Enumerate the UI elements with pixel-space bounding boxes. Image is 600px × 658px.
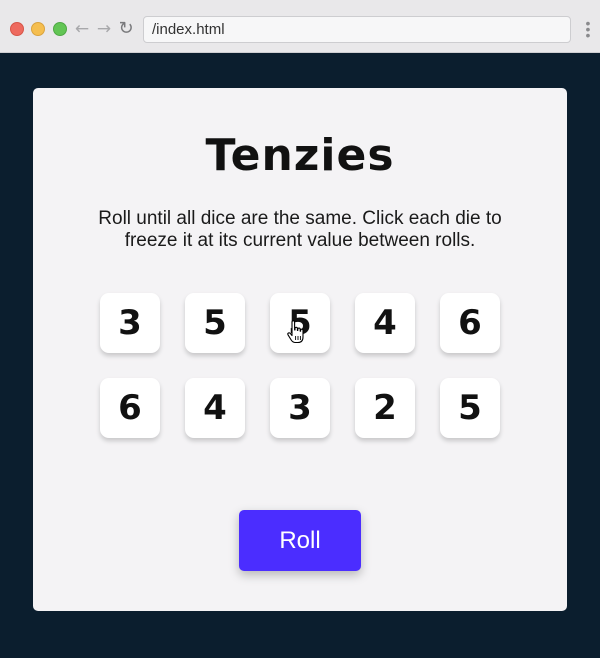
die[interactable]: 5 — [440, 378, 500, 438]
roll-button[interactable]: Roll — [239, 510, 361, 571]
reload-icon[interactable]: ↻ — [116, 18, 136, 40]
page-title: Tenzies — [205, 130, 395, 181]
die[interactable]: 6 — [440, 293, 500, 353]
back-arrow-icon[interactable]: ← — [72, 18, 92, 40]
die[interactable]: 5 — [270, 293, 330, 353]
close-window-button[interactable] — [10, 22, 24, 36]
instructions-text: Roll until all dice are the same. Click … — [98, 208, 502, 251]
address-bar[interactable]: /index.html — [143, 16, 571, 43]
die[interactable]: 6 — [100, 378, 160, 438]
maximize-window-button[interactable] — [53, 22, 67, 36]
die[interactable]: 4 — [185, 378, 245, 438]
die[interactable]: 2 — [355, 378, 415, 438]
die[interactable]: 4 — [355, 293, 415, 353]
die[interactable]: 3 — [100, 293, 160, 353]
die[interactable]: 3 — [270, 378, 330, 438]
browser-toolbar: ← → ↻ /index.html • • • — [0, 0, 600, 53]
minimize-window-button[interactable] — [31, 22, 45, 36]
die[interactable]: 5 — [185, 293, 245, 353]
forward-arrow-icon[interactable]: → — [94, 18, 114, 40]
menu-dots-icon[interactable]: • • • — [583, 16, 593, 42]
